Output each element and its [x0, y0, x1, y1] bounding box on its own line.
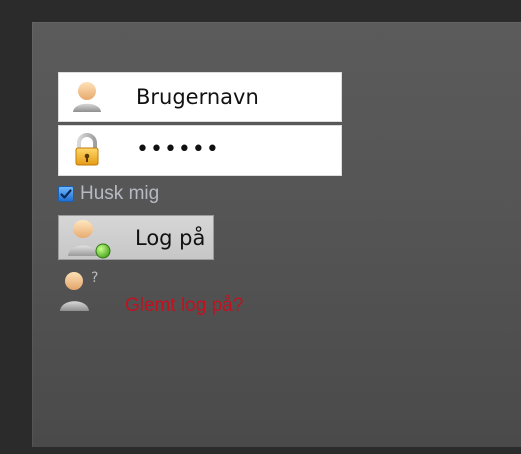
forgot-login: ? Glemt log på?	[58, 268, 318, 318]
user-online-icon	[59, 215, 117, 260]
password-value[interactable]: ••••••	[136, 137, 220, 162]
password-field[interactable]: ••••••	[58, 125, 342, 176]
checkmark-icon	[60, 189, 72, 199]
remember-me[interactable]: Husk mig	[58, 183, 159, 205]
remember-label: Husk mig	[80, 183, 160, 204]
username-field[interactable]: Brugernavn	[58, 72, 342, 122]
forgot-login-link[interactable]: Glemt log på?	[125, 295, 243, 317]
login-button-label: Log på	[135, 226, 206, 250]
user-icon	[69, 79, 105, 115]
svg-text:?: ?	[91, 270, 98, 286]
padlock-icon	[69, 132, 105, 168]
login-button[interactable]: Log på	[58, 215, 214, 260]
user-question-icon: ?	[58, 268, 116, 318]
username-value[interactable]: Brugernavn	[136, 85, 259, 109]
remember-checkbox[interactable]	[58, 186, 74, 202]
